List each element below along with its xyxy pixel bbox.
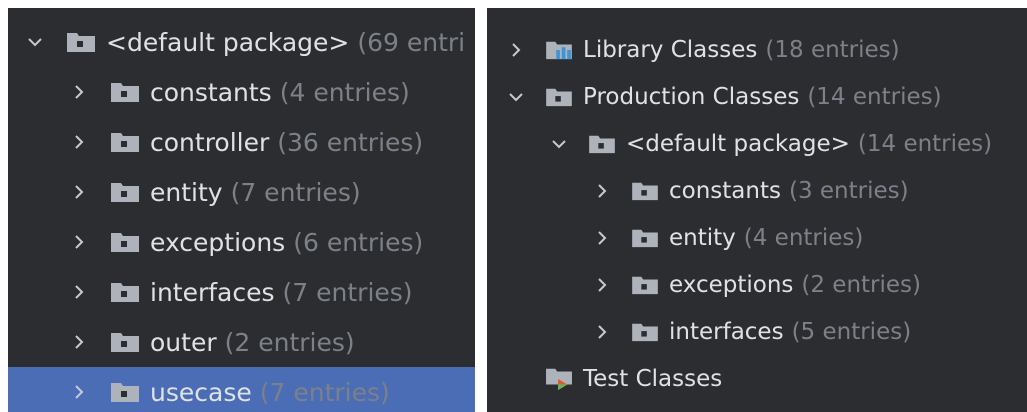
package-folder-icon [631, 180, 659, 202]
tree-node-label: exceptions [150, 227, 286, 257]
tree-node-interfaces[interactable]: interfaces (5 entries) [487, 308, 1027, 355]
tree-node-entry-count: (2 entries) [224, 327, 355, 357]
tree-node-entry-count: (3 entries) [788, 177, 909, 204]
tree-node-label: exceptions [669, 271, 794, 298]
tree-node-label: interfaces [150, 277, 275, 307]
package-folder-icon [631, 274, 659, 296]
tree-node-entity[interactable]: entity (7 entries) [8, 167, 475, 217]
tree-node-label: entity [669, 224, 736, 251]
tree-node-library-classes[interactable]: Library Classes (18 entries) [487, 26, 1027, 73]
package-folder-icon [110, 330, 140, 354]
package-folder-icon [588, 133, 616, 155]
tree-node-label: usecase [150, 377, 252, 407]
tree-node-entry-count: (6 entries) [293, 227, 424, 257]
left-project-tree: <default package> (69 entri constants (4 en… [8, 8, 475, 412]
tree-node-exceptions[interactable]: exceptions (2 entries) [487, 261, 1027, 308]
chevron-right-icon[interactable] [66, 84, 92, 100]
tree-node-entry-count: (4 entries) [279, 77, 410, 107]
tree-node-label: controller [150, 127, 270, 157]
tree-node-label: Test Classes [583, 365, 723, 392]
test-classes-icon [545, 366, 573, 391]
tree-node-label: outer [150, 327, 217, 357]
chevron-right-icon[interactable] [66, 184, 92, 200]
tree-node-entry-count: (14 entries) [857, 130, 993, 157]
tree-node-entry-count: (18 entries) [765, 36, 900, 63]
chevron-down-icon[interactable] [503, 89, 529, 105]
tree-node-entry-count: (2 entries) [801, 271, 922, 298]
tree-node-constants[interactable]: constants (4 entries) [8, 67, 475, 117]
tree-node-entry-count: (14 entries) [807, 83, 942, 110]
tree-node-usecase[interactable]: usecase (7 entries) [8, 367, 475, 412]
tree-node-entity[interactable]: entity (4 entries) [487, 214, 1027, 261]
library-classes-icon [545, 39, 573, 61]
package-folder-icon [545, 86, 573, 108]
tree-node-label: constants [150, 77, 272, 107]
chevron-right-icon[interactable] [589, 230, 615, 246]
chevron-right-icon[interactable] [66, 384, 92, 400]
tree-node-entry-count: (5 entries) [791, 318, 912, 345]
chevron-right-icon[interactable] [589, 277, 615, 293]
chevron-right-icon[interactable] [66, 134, 92, 150]
tree-node-label: entity [150, 177, 223, 207]
package-folder-icon [66, 30, 96, 54]
tree-node-entry-count: (4 entries) [743, 224, 864, 251]
chevron-right-icon[interactable] [66, 334, 92, 350]
package-folder-icon [631, 321, 659, 343]
chevron-right-icon[interactable] [66, 234, 92, 250]
package-folder-icon [631, 227, 659, 249]
tree-node-label: Production Classes [583, 83, 800, 110]
tree-node-label: Library Classes [583, 36, 758, 63]
tree-node-production-classes[interactable]: Production Classes (14 entries) [487, 73, 1027, 120]
tree-node-entry-count: (7 entries) [282, 277, 413, 307]
chevron-down-icon[interactable] [22, 34, 48, 50]
package-folder-icon [110, 130, 140, 154]
tree-node-entry-count: (36 entries) [277, 127, 424, 157]
tree-node-interfaces[interactable]: interfaces (7 entries) [8, 267, 475, 317]
tree-node-label: constants [669, 177, 781, 204]
tree-node-controller[interactable]: controller (36 entries) [8, 117, 475, 167]
chevron-right-icon[interactable] [503, 42, 529, 58]
package-folder-icon [110, 380, 140, 404]
right-project-tree: Library Classes (18 entries) Production Cl… [487, 8, 1027, 412]
tree-node-label: <default package> [106, 27, 350, 57]
tree-node-exceptions[interactable]: exceptions (6 entries) [8, 217, 475, 267]
package-folder-icon [110, 180, 140, 204]
tree-node-default-package[interactable]: <default package> (69 entri [8, 17, 475, 67]
chevron-right-icon[interactable] [589, 183, 615, 199]
tree-node-outer[interactable]: outer (2 entries) [8, 317, 475, 367]
tree-node-entry-count: (69 entri [357, 27, 466, 57]
tree-node-entry-count: (7 entries) [230, 177, 361, 207]
chevron-down-icon[interactable] [546, 136, 572, 152]
tree-node-constants[interactable]: constants (3 entries) [487, 167, 1027, 214]
tree-node-default-package[interactable]: <default package> (14 entries) [487, 120, 1027, 167]
package-folder-icon [110, 80, 140, 104]
chevron-right-icon[interactable] [589, 324, 615, 340]
tree-node-label: interfaces [669, 318, 784, 345]
tree-node-test-classes[interactable]: Test Classes [487, 355, 1027, 402]
tree-node-label: <default package> [626, 130, 850, 157]
package-folder-icon [110, 280, 140, 304]
chevron-right-icon[interactable] [66, 284, 92, 300]
package-folder-icon [110, 230, 140, 254]
tree-node-entry-count: (7 entries) [259, 377, 390, 407]
